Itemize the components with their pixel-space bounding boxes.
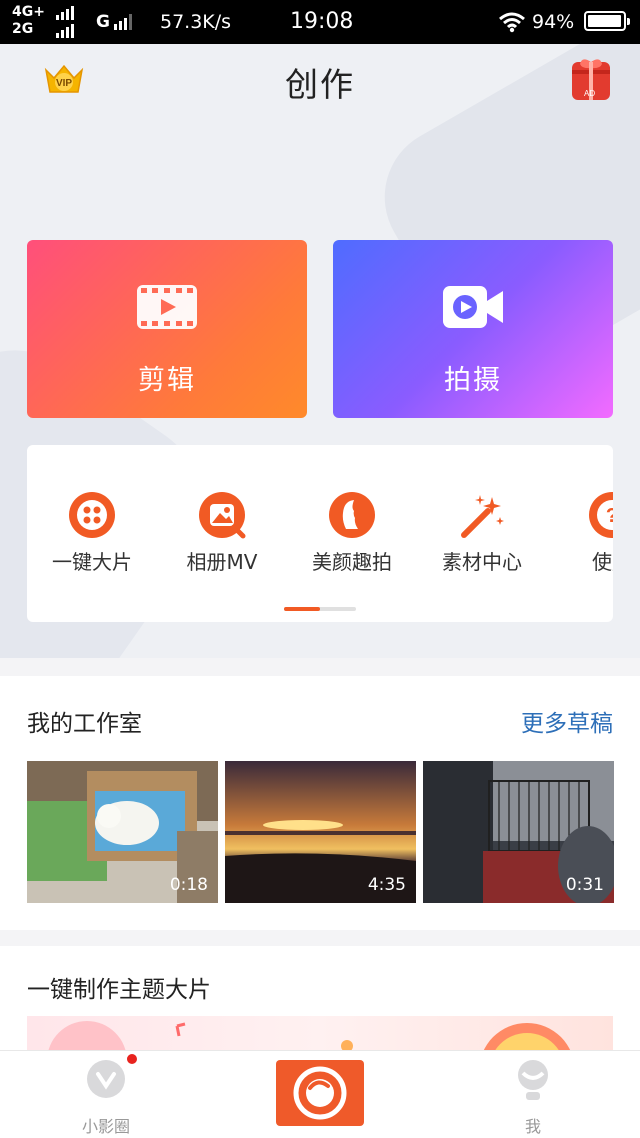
chat-bubble-icon: [87, 1060, 125, 1098]
draft-thumbnail[interactable]: 4:35: [225, 761, 416, 903]
create-center-button[interactable]: [276, 1060, 364, 1126]
draft-thumbnail[interactable]: 0:31: [423, 761, 614, 903]
album-mv-icon: [199, 492, 246, 539]
clock: 19:08: [290, 9, 354, 34]
network-4g-label: 4G+: [12, 4, 45, 20]
network-2g-label: 2G: [12, 21, 34, 37]
svg-text:AD: AD: [584, 89, 595, 98]
theme-title: 一键制作主题大片: [27, 977, 211, 1003]
signal-bars-icon: [114, 14, 132, 30]
help-icon: ?: [589, 492, 613, 538]
draft-thumbnail[interactable]: 0:18: [27, 761, 218, 903]
theme-section: 一键制作主题大片: [0, 946, 640, 1076]
status-bar: 4G+ 2G G 57.3K/s 19:08 94%: [0, 0, 640, 44]
tool-album-mv[interactable]: 相册MV: [157, 491, 287, 575]
page-title: 创作: [285, 65, 355, 104]
quick-tools-panel: 一键大片 相册MV 美颜趣拍 素材中心 ? 使: [27, 445, 613, 622]
camera-lens-icon: [293, 1066, 347, 1120]
tool-label: 使用: [592, 550, 613, 574]
ad-gift-icon[interactable]: AD: [570, 56, 612, 102]
battery-icon: [584, 11, 630, 31]
studio-title: 我的工作室: [27, 711, 142, 737]
tool-beauty-shot[interactable]: 美颜趣拍: [287, 491, 417, 575]
draft-duration: 0:18: [169, 875, 208, 895]
network-g-label: G: [96, 12, 110, 32]
draft-duration: 4:35: [367, 875, 406, 895]
magic-wand-icon: [461, 495, 504, 538]
beauty-face-icon: [329, 492, 375, 538]
shoot-card-button[interactable]: 拍摄: [333, 240, 613, 418]
nav-me-tab[interactable]: 我: [473, 1051, 593, 1138]
nav-me-label: 我: [524, 1117, 541, 1136]
tool-one-click-film[interactable]: 一键大片: [27, 491, 157, 575]
network-speed: 57.3K/s: [160, 11, 232, 33]
tool-label: 相册MV: [186, 550, 258, 574]
nav-circle-tab[interactable]: 小影圈: [46, 1051, 166, 1138]
signal-bars-icon: [56, 24, 74, 38]
video-camera-icon: [443, 286, 503, 328]
more-drafts-link[interactable]: 更多草稿: [521, 704, 613, 738]
signal-bars-icon: [56, 6, 74, 20]
battery-percent: 94%: [532, 11, 575, 33]
film-strip-icon: [137, 285, 197, 329]
tool-label: 美颜趣拍: [312, 550, 392, 574]
nav-circle-label: 小影圈: [81, 1117, 130, 1136]
tool-help[interactable]: ? 使用: [547, 491, 613, 575]
notification-dot: [127, 1054, 137, 1064]
page-indicator: [284, 607, 356, 611]
user-profile-icon: [518, 1060, 548, 1100]
svg-text:?: ?: [606, 505, 613, 527]
shoot-label: 拍摄: [444, 365, 502, 396]
edit-label: 剪辑: [138, 365, 196, 396]
network-type: 4G+ 2G: [12, 4, 45, 38]
tool-label: 素材中心: [442, 550, 522, 574]
film-reel-icon: [69, 492, 115, 538]
edit-card-button[interactable]: 剪辑: [27, 240, 307, 418]
wifi-icon: [499, 12, 525, 33]
my-studio-section: 我的工作室 更多草稿 0:18 4:35 0:31: [0, 676, 640, 930]
tool-material-center[interactable]: 素材中心: [417, 491, 547, 575]
tool-label: 一键大片: [52, 550, 132, 574]
draft-duration: 0:31: [565, 875, 604, 895]
